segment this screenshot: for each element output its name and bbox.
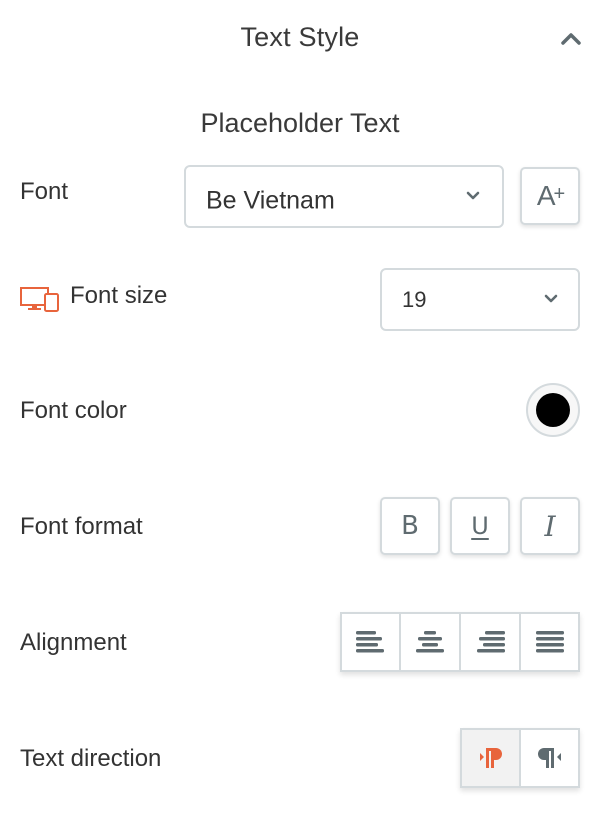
collapse-button[interactable]	[558, 28, 584, 50]
align-left-button[interactable]	[342, 614, 399, 670]
align-justify-button[interactable]	[521, 614, 578, 670]
panel-header: Text Style	[0, 0, 605, 80]
color-swatch-dot	[536, 393, 570, 427]
preview-text: Placeholder Text	[200, 108, 400, 138]
underline-icon: U	[471, 512, 489, 540]
panel-title: Text Style	[240, 22, 360, 52]
align-left-icon	[355, 631, 384, 653]
rtl-paragraph-icon	[537, 748, 561, 768]
rtl-button[interactable]	[521, 730, 578, 786]
align-justify-icon	[535, 631, 564, 653]
chevron-down-icon	[544, 291, 558, 309]
add-font-button[interactable]: A+	[520, 167, 580, 225]
font-color-picker[interactable]	[526, 383, 580, 437]
text-direction-label: Text direction	[20, 745, 162, 772]
italic-button[interactable]: I	[520, 497, 580, 555]
ltr-button[interactable]	[462, 730, 519, 786]
bold-button[interactable]: B	[380, 497, 440, 555]
align-center-icon	[416, 631, 444, 653]
font-size-value: 19	[402, 286, 427, 312]
chevron-up-icon	[561, 33, 581, 45]
font-plus-icon: A+	[536, 180, 565, 211]
ltr-paragraph-icon	[479, 748, 502, 768]
align-right-button[interactable]	[461, 614, 519, 670]
alignment-group	[340, 612, 580, 672]
underline-button[interactable]: U	[450, 497, 510, 555]
responsive-devices-icon	[20, 286, 60, 317]
font-select-value: Be Vietnam	[206, 186, 335, 215]
font-select[interactable]: Be Vietnam	[184, 165, 504, 228]
font-color-label: Font color	[20, 397, 127, 424]
font-format-label: Font format	[20, 513, 143, 540]
chevron-down-icon	[466, 188, 480, 206]
text-direction-group	[460, 728, 580, 788]
bold-icon: B	[401, 511, 419, 541]
font-size-label: Font size	[70, 282, 168, 309]
italic-icon: I	[544, 509, 556, 543]
font-size-select[interactable]: 19	[380, 268, 580, 331]
font-label: Font	[20, 178, 69, 205]
alignment-label: Alignment	[20, 629, 127, 656]
align-right-icon	[477, 631, 505, 653]
align-center-button[interactable]	[401, 614, 459, 670]
